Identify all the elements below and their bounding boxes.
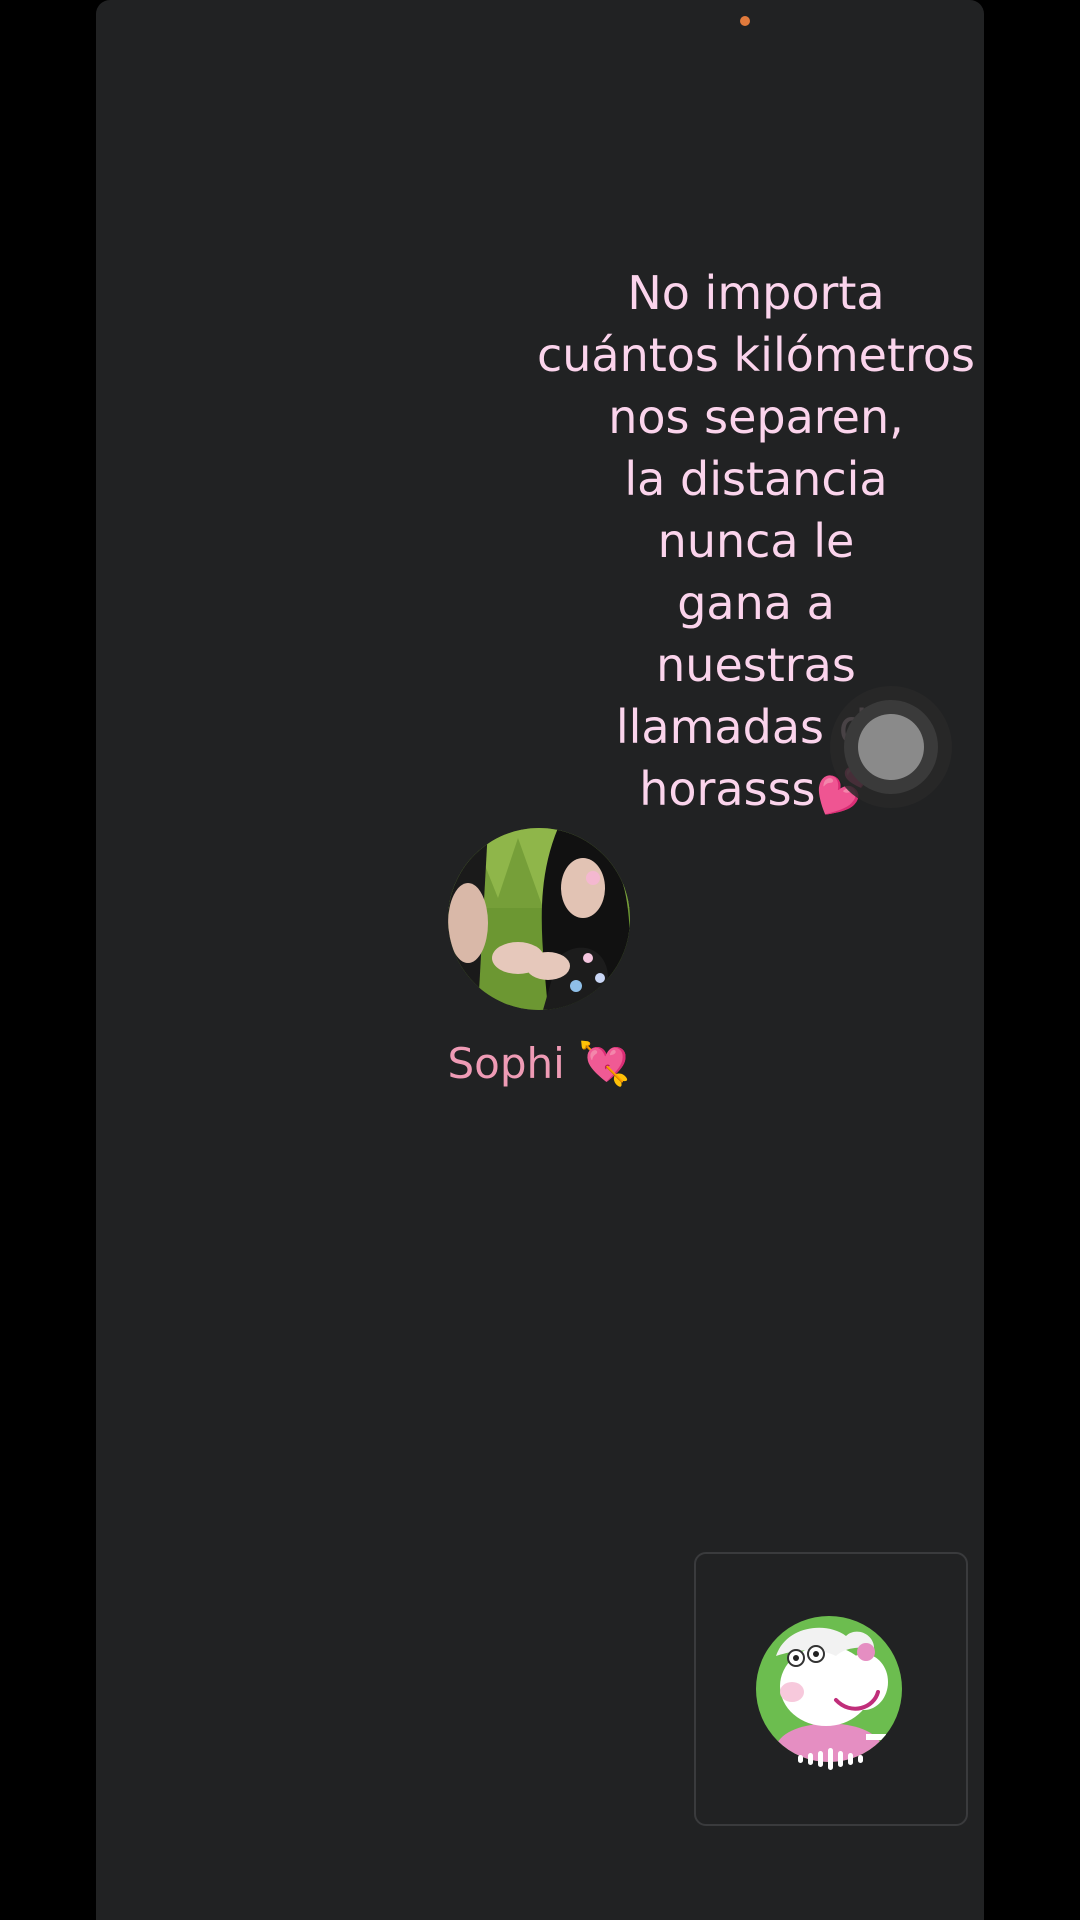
self-avatar [756, 1616, 902, 1762]
camera-indicator-dot [740, 16, 750, 26]
call-screen: No importa cuántos kilómetros nos separe… [96, 0, 984, 1920]
caption-line: cuántos kilómetros [536, 328, 976, 382]
caption-line: la distancia [624, 452, 888, 506]
caption-line: nos separen, [608, 390, 904, 444]
caller-avatar-photo [448, 828, 630, 1010]
caption-line: nunca le [657, 514, 855, 568]
audio-wave-icon [782, 1746, 878, 1772]
assistive-touch-icon[interactable] [830, 686, 952, 808]
caption-line: gana a [677, 576, 835, 630]
caller-name: Sophi 💘 [447, 1039, 631, 1088]
self-preview-tile[interactable] [694, 1552, 968, 1826]
sheep-character-avatar [756, 1616, 902, 1762]
caption-line: No importa [627, 266, 885, 320]
caller-avatar[interactable] [448, 828, 630, 1010]
caption-line: nuestras [656, 638, 856, 692]
